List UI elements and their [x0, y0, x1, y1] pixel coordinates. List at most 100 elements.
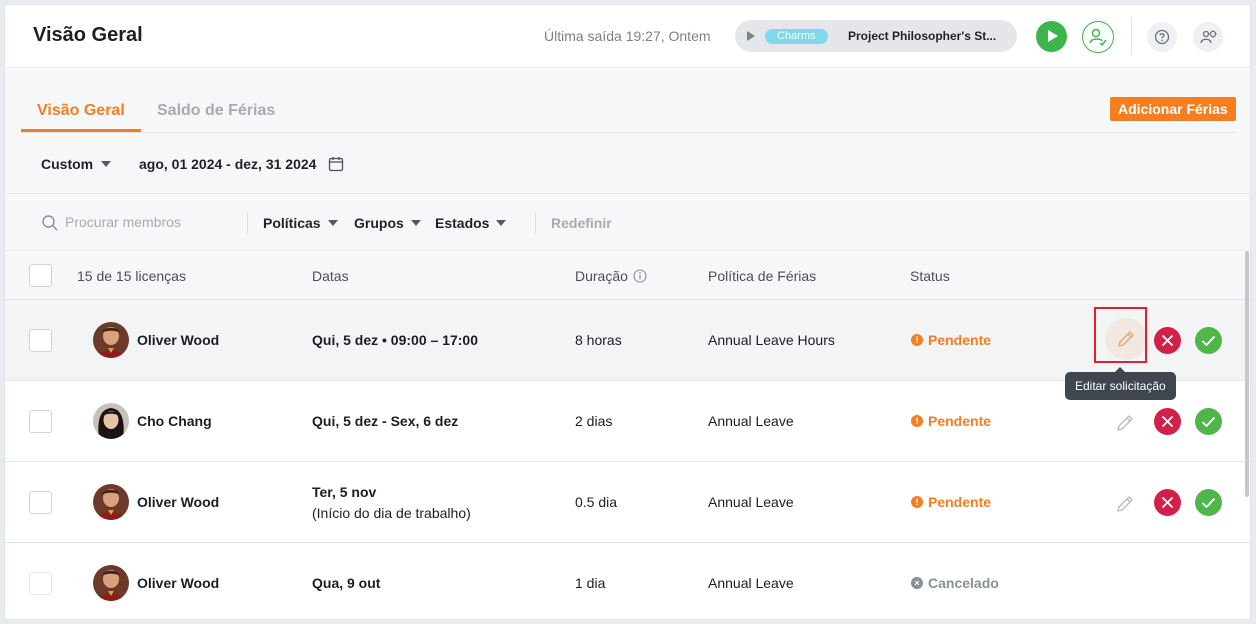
timer-widget[interactable]: Charms Project Philosopher's St...	[735, 20, 1017, 52]
table-row[interactable]: Cho Chang Qui, 5 dez - Sex, 6 dez 2 dias…	[5, 381, 1250, 462]
help-button[interactable]	[1147, 22, 1177, 52]
table-row[interactable]: Oliver Wood Ter, 5 nov (Início do dia de…	[5, 462, 1250, 543]
date-filter-row: Custom ago, 01 2024 - dez, 31 2024	[5, 137, 1250, 194]
status-badge: × Cancelado	[911, 575, 999, 591]
start-timer-button[interactable]	[1036, 21, 1067, 52]
filter-divider	[247, 212, 248, 234]
approve-button[interactable]	[1195, 489, 1222, 516]
date-preset-select[interactable]: Custom	[41, 156, 112, 172]
column-dates: Datas	[312, 268, 349, 284]
row-checkbox[interactable]	[29, 329, 52, 352]
reject-button[interactable]	[1154, 489, 1181, 516]
avatar	[93, 565, 129, 601]
groups-filter[interactable]: Grupos	[354, 215, 421, 231]
leave-duration: 0.5 dia	[575, 494, 618, 510]
edit-button-highlight	[1094, 307, 1147, 363]
states-filter-label: Estados	[435, 215, 490, 231]
close-icon	[1161, 496, 1174, 509]
project-name: Project Philosopher's St...	[848, 29, 997, 43]
leave-dates-detail: (Início do dia de trabalho)	[312, 505, 471, 521]
date-range-picker[interactable]: ago, 01 2024 - dez, 31 2024	[139, 156, 344, 172]
filters-row: Políticas Grupos Estados Redefinir	[5, 195, 1250, 251]
row-checkbox[interactable]	[29, 572, 52, 595]
states-filter[interactable]: Estados	[435, 215, 507, 231]
search-members-input[interactable]	[65, 211, 235, 233]
leave-duration: 2 dias	[575, 413, 613, 429]
status-badge: ! Pendente	[911, 413, 991, 429]
column-duration: Duração	[575, 268, 647, 284]
approve-button[interactable]	[1195, 408, 1222, 435]
member-name: Cho Chang	[137, 413, 212, 429]
leave-policy: Annual Leave	[708, 413, 794, 429]
edit-request-button[interactable]	[1110, 489, 1140, 519]
policies-filter[interactable]: Políticas	[263, 215, 338, 231]
date-range-label: ago, 01 2024 - dez, 31 2024	[139, 156, 317, 172]
scrollbar[interactable]	[1245, 251, 1249, 497]
pending-icon: !	[911, 334, 923, 346]
chevron-down-icon	[101, 161, 112, 167]
row-checkbox[interactable]	[29, 410, 52, 433]
page-title: Visão Geral	[33, 24, 143, 46]
cancelled-icon: ×	[911, 577, 923, 589]
pending-icon: !	[911, 415, 923, 427]
leave-policy: Annual Leave	[708, 575, 794, 591]
chevron-down-icon	[410, 220, 421, 226]
avatar	[93, 322, 129, 358]
avatar	[93, 403, 129, 439]
leave-dates: Qui, 5 dez • 09:00 – 17:00	[312, 332, 478, 348]
add-leave-button[interactable]: Adicionar Férias	[1110, 97, 1236, 121]
tabs-divider	[21, 132, 1235, 133]
member-name: Oliver Wood	[137, 575, 220, 591]
team-gear-icon	[1200, 30, 1217, 44]
tab-overview[interactable]: Visão Geral	[37, 102, 125, 120]
member-name: Oliver Wood	[137, 332, 220, 348]
avatar-image	[93, 484, 129, 520]
column-policy: Política de Férias	[708, 268, 817, 284]
avatar	[93, 484, 129, 520]
tab-leave-balance[interactable]: Saldo de Férias	[157, 102, 275, 120]
top-bar: Visão Geral Última saída 19:27, Ontem Ch…	[5, 5, 1250, 68]
approve-button[interactable]	[1195, 327, 1222, 354]
status-badge: ! Pendente	[911, 494, 991, 510]
check-icon	[1201, 497, 1216, 509]
pencil-icon	[1117, 415, 1133, 431]
pending-icon: !	[911, 496, 923, 508]
chevron-down-icon	[496, 220, 507, 226]
leave-dates: Qua, 9 out	[312, 575, 381, 591]
team-settings-button[interactable]	[1193, 22, 1223, 52]
toolbar-divider	[1131, 17, 1132, 55]
user-status-button[interactable]	[1082, 21, 1114, 53]
info-icon[interactable]	[633, 269, 647, 283]
column-status: Status	[910, 268, 950, 284]
edit-request-tooltip: Editar solicitação	[1065, 367, 1176, 400]
table-row[interactable]: Oliver Wood Qui, 5 dez • 09:00 – 17:00 8…	[5, 300, 1250, 381]
table-header: 15 de 15 licenças Datas Duração Política…	[5, 252, 1250, 300]
leave-dates: Ter, 5 nov	[312, 484, 377, 500]
member-name: Oliver Wood	[137, 494, 220, 510]
leave-policy: Annual Leave Hours	[708, 332, 835, 348]
status-badge: ! Pendente	[911, 332, 991, 348]
leave-duration: 8 horas	[575, 332, 622, 348]
help-icon	[1154, 29, 1170, 45]
close-icon	[1161, 334, 1174, 347]
row-checkbox[interactable]	[29, 491, 52, 514]
status-label: Pendente	[928, 494, 992, 510]
leave-count: 15 de 15 licenças	[77, 268, 186, 284]
date-preset-label: Custom	[41, 156, 94, 172]
select-all-checkbox[interactable]	[29, 264, 52, 287]
leave-dates: Qui, 5 dez - Sex, 6 dez	[312, 413, 459, 429]
filter-divider	[535, 212, 536, 234]
project-tag: Charms	[765, 29, 828, 44]
calendar-icon	[329, 157, 344, 172]
reset-filters-button[interactable]: Redefinir	[551, 215, 612, 231]
reject-button[interactable]	[1154, 408, 1181, 435]
table-row[interactable]: Oliver Wood Qua, 9 out 1 dia Annual Leav…	[5, 543, 1250, 619]
check-icon	[1201, 416, 1216, 428]
avatar-image	[93, 403, 129, 439]
tabs-area: Visão Geral Saldo de Férias Adicionar Fé…	[5, 69, 1250, 137]
search-icon	[42, 215, 58, 231]
reject-button[interactable]	[1154, 327, 1181, 354]
last-exit-text: Última saída 19:27, Ontem	[544, 28, 711, 44]
edit-request-button[interactable]	[1110, 408, 1140, 438]
chevron-down-icon	[327, 220, 338, 226]
